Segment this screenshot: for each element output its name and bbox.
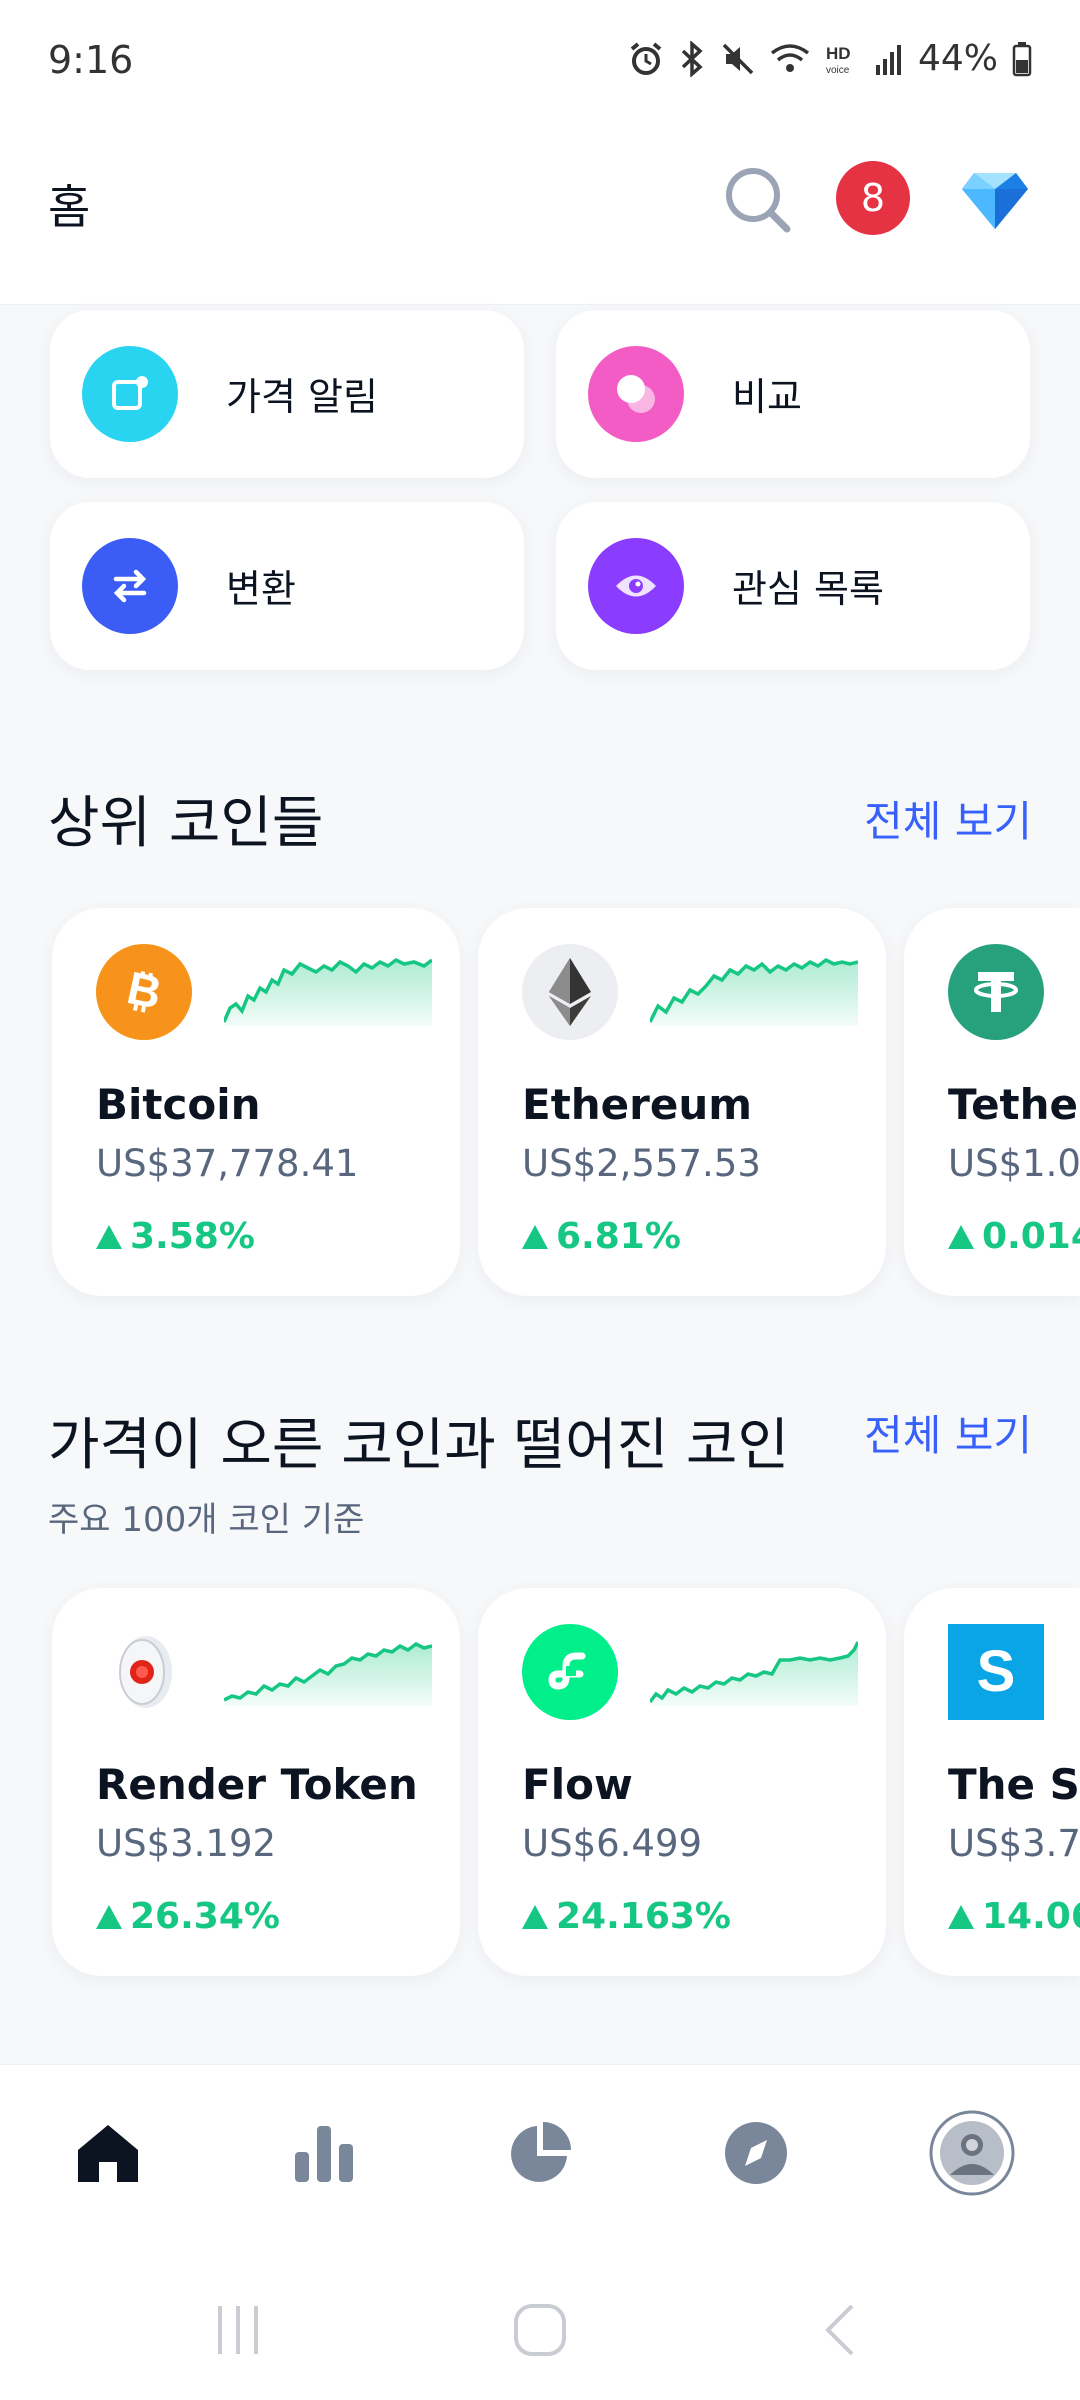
- coin-card-flow[interactable]: Flow US$6.499 24.163%: [478, 1588, 886, 1976]
- notification-badge[interactable]: 8: [836, 161, 910, 235]
- coin-name: Tether: [948, 1080, 1080, 1129]
- up-triangle-icon: [948, 1224, 974, 1249]
- watchlist-icon: [588, 538, 684, 634]
- page-title: 홈: [48, 180, 91, 234]
- coin-price: US$3.192: [96, 1822, 277, 1865]
- quick-action-label: 비교: [732, 375, 802, 419]
- status-icons: HD voice 44%: [628, 38, 1032, 79]
- coin-price: US$37,778.41: [96, 1142, 359, 1185]
- sparkline-chart: [650, 957, 858, 1026]
- see-all-gainers-losers-link[interactable]: 전체 보기: [864, 1402, 1032, 1463]
- coin-change-value: 26.34%: [130, 1896, 280, 1937]
- coin-change-value: 6.81%: [556, 1216, 681, 1257]
- svg-text:HD: HD: [826, 44, 851, 63]
- system-navigation-bar: [0, 2256, 1080, 2400]
- bitcoin-icon: B: [96, 944, 192, 1040]
- hd-voice-icon: HD voice: [824, 41, 860, 77]
- status-bar: 9:16 HD voice 44%: [0, 0, 1080, 125]
- coin-change: 24.163%: [522, 1896, 731, 1937]
- back-icon[interactable]: [812, 2300, 872, 2360]
- coin-card-render-token[interactable]: Render Token US$3.192 26.34%: [52, 1588, 460, 1976]
- coin-change-value: 0.014: [982, 1216, 1080, 1257]
- sandbox-icon: S: [948, 1624, 1044, 1720]
- wifi-icon: [770, 41, 810, 77]
- profile-avatar-icon[interactable]: [924, 2105, 1020, 2201]
- recent-apps-icon[interactable]: [208, 2300, 268, 2360]
- coin-name: The Sa: [948, 1760, 1080, 1809]
- portfolio-pie-icon[interactable]: [492, 2105, 588, 2201]
- diamond-icon[interactable]: [960, 169, 1030, 233]
- see-all-top-coins-link[interactable]: 전체 보기: [864, 788, 1032, 849]
- render-icon: [96, 1624, 192, 1720]
- compare-icon: [588, 346, 684, 442]
- quick-action-label: 변환: [226, 567, 296, 611]
- coin-change: 3.58%: [96, 1216, 255, 1257]
- signal-icon: [874, 41, 904, 77]
- up-triangle-icon: [948, 1904, 974, 1929]
- search-icon[interactable]: [723, 165, 793, 235]
- coin-card-sandbox[interactable]: S The Sa US$3.79 14.06: [904, 1588, 1080, 1976]
- price-alert-icon: [82, 346, 178, 442]
- alarm-icon: [628, 41, 664, 77]
- ethereum-icon: [522, 944, 618, 1040]
- coin-change: 26.34%: [96, 1896, 280, 1937]
- up-triangle-icon: [522, 1224, 548, 1249]
- coin-change: 0.014: [948, 1216, 1080, 1257]
- coin-change-value: 3.58%: [130, 1216, 255, 1257]
- coin-price: US$3.79: [948, 1822, 1080, 1865]
- home-button-icon[interactable]: [510, 2300, 570, 2360]
- sparkline-chart: [224, 957, 432, 1026]
- bottom-navigation: [0, 2064, 1080, 2256]
- svg-text:voice: voice: [826, 65, 850, 76]
- up-triangle-icon: [96, 1904, 122, 1929]
- sparkline-chart: [650, 1641, 858, 1706]
- mute-icon: [720, 41, 756, 77]
- bluetooth-icon: [678, 40, 706, 77]
- section-title-gainers-losers: 가격이 오른 코인과 떨어진 코인: [48, 1413, 789, 1478]
- chart-bars-icon[interactable]: [276, 2105, 372, 2201]
- coin-name: Bitcoin: [96, 1080, 261, 1129]
- quick-action-label: 가격 알림: [226, 375, 378, 419]
- quick-action-watchlist[interactable]: 관심 목록: [556, 502, 1030, 670]
- explore-compass-icon[interactable]: [708, 2105, 804, 2201]
- coin-price: US$1.00: [948, 1142, 1080, 1185]
- quick-action-compare[interactable]: 비교: [556, 310, 1030, 478]
- battery-icon: [1012, 41, 1032, 77]
- convert-icon: [82, 538, 178, 634]
- coin-card-bitcoin[interactable]: B Bitcoin US$37,778.41 3.58%: [52, 908, 460, 1296]
- coin-name: Flow: [522, 1760, 633, 1809]
- coin-card-tether[interactable]: Tether US$1.00 0.014: [904, 908, 1080, 1296]
- tether-icon: [948, 944, 1044, 1040]
- section-subtitle: 주요 100개 코인 기준: [48, 1500, 365, 1540]
- quick-action-price-alert[interactable]: 가격 알림: [50, 310, 524, 478]
- home-icon[interactable]: [60, 2105, 156, 2201]
- battery-percent: 44%: [917, 38, 998, 79]
- status-time: 9:16: [48, 38, 134, 82]
- quick-action-label: 관심 목록: [732, 567, 884, 611]
- coin-change-value: 24.163%: [556, 1896, 731, 1937]
- coin-price: US$6.499: [522, 1822, 703, 1865]
- section-title-top-coins: 상위 코인들: [48, 791, 324, 856]
- coin-card-ethereum[interactable]: Ethereum US$2,557.53 6.81%: [478, 908, 886, 1296]
- up-triangle-icon: [522, 1904, 548, 1929]
- quick-action-convert[interactable]: 변환: [50, 502, 524, 670]
- up-triangle-icon: [96, 1224, 122, 1249]
- coin-change-value: 14.06: [982, 1896, 1080, 1937]
- coin-price: US$2,557.53: [522, 1142, 761, 1185]
- app-header: 홈 8: [0, 125, 1080, 305]
- svg-text:S: S: [977, 1639, 1016, 1704]
- coin-change: 6.81%: [522, 1216, 681, 1257]
- sparkline-chart: [224, 1641, 432, 1706]
- coin-change: 14.06: [948, 1896, 1080, 1937]
- flow-icon: [522, 1624, 618, 1720]
- coin-name: Ethereum: [522, 1080, 753, 1129]
- coin-name: Render Token: [96, 1760, 418, 1809]
